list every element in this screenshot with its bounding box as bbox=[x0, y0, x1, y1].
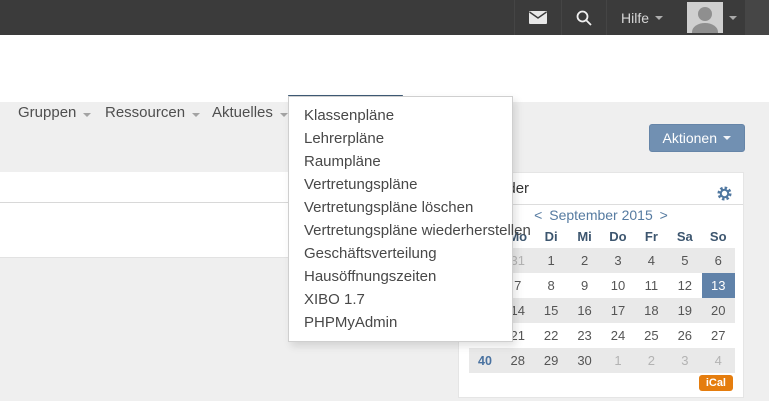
topbar-actions: Hilfe bbox=[514, 0, 769, 35]
main-navbar: GruppenRessourcenAktuellesVerwaltung bbox=[0, 35, 769, 102]
day-header: Di bbox=[534, 224, 567, 248]
user-menu[interactable] bbox=[677, 0, 745, 35]
calendar-day[interactable]: 17 bbox=[601, 298, 634, 323]
aktionen-button[interactable]: Aktionen bbox=[649, 124, 745, 152]
chevron-down-icon bbox=[280, 113, 288, 117]
nav-item-label: Ressourcen bbox=[105, 104, 185, 121]
dropdown-item[interactable]: Vertretungspläne bbox=[289, 173, 512, 196]
dropdown-item[interactable]: PHPMyAdmin bbox=[289, 311, 512, 334]
next-month-button[interactable]: > bbox=[657, 207, 671, 223]
nav-item-label: Gruppen bbox=[18, 104, 76, 121]
calendar-day[interactable]: 18 bbox=[635, 298, 668, 323]
dropdown-item[interactable]: Klassenpläne bbox=[289, 104, 512, 127]
dropdown-item[interactable]: Lehrerpläne bbox=[289, 127, 512, 150]
calendar-day[interactable]: 4 bbox=[702, 348, 735, 373]
calendar-day[interactable]: 25 bbox=[635, 323, 668, 348]
calendar-day[interactable]: 8 bbox=[534, 273, 567, 298]
calendar-day[interactable]: 19 bbox=[668, 298, 701, 323]
gear-icon[interactable] bbox=[717, 181, 732, 213]
verwaltung-dropdown-menu: KlassenpläneLehrerpläneRaumpläneVertretu… bbox=[288, 96, 513, 342]
day-header: Mi bbox=[568, 224, 601, 248]
dropdown-item[interactable]: Raumpläne bbox=[289, 150, 512, 173]
calendar-day[interactable]: 27 bbox=[702, 323, 735, 348]
day-header: Do bbox=[601, 224, 634, 248]
calendar-day[interactable]: 6 bbox=[702, 248, 735, 273]
calendar-day[interactable]: 5 bbox=[668, 248, 701, 273]
calendar-day[interactable]: 9 bbox=[568, 273, 601, 298]
prev-month-button[interactable]: < bbox=[531, 207, 545, 223]
help-menu[interactable]: Hilfe bbox=[607, 0, 677, 35]
nav-item-ressourcen[interactable]: Ressourcen bbox=[93, 95, 212, 131]
day-header: So bbox=[702, 224, 735, 248]
calendar-day[interactable]: 4 bbox=[635, 248, 668, 273]
day-header: Fr bbox=[635, 224, 668, 248]
calendar-day[interactable]: 3 bbox=[668, 348, 701, 373]
calendar-day[interactable]: 15 bbox=[534, 298, 567, 323]
calendar-day[interactable]: 3 bbox=[601, 248, 634, 273]
calendar-week-row: 402829301234 bbox=[469, 348, 735, 373]
calendar-day[interactable]: 1 bbox=[601, 348, 634, 373]
calendar-day[interactable]: 20 bbox=[702, 298, 735, 323]
calendar-day[interactable]: 28 bbox=[501, 348, 534, 373]
app-window: Hilfe GruppenRessourcenAktuellesVerwaltu… bbox=[0, 0, 769, 401]
help-label: Hilfe bbox=[621, 10, 649, 26]
chevron-down-icon bbox=[655, 16, 663, 20]
dropdown-item[interactable]: Vertretungspläne wiederherstellen bbox=[289, 219, 512, 242]
calendar-day[interactable]: 23 bbox=[568, 323, 601, 348]
aktionen-label: Aktionen bbox=[663, 130, 717, 146]
nav-item-gruppen[interactable]: Gruppen bbox=[6, 95, 103, 131]
calendar-day[interactable]: 26 bbox=[668, 323, 701, 348]
calendar-day[interactable]: 11 bbox=[635, 273, 668, 298]
search-icon bbox=[576, 10, 592, 26]
chevron-down-icon bbox=[83, 113, 91, 117]
user-avatar bbox=[687, 2, 723, 33]
calendar-day[interactable]: 16 bbox=[568, 298, 601, 323]
month-label: September 2015 bbox=[549, 207, 653, 223]
calendar-day[interactable]: 2 bbox=[568, 248, 601, 273]
week-number: 40 bbox=[469, 348, 501, 373]
calendar-day[interactable]: 24 bbox=[601, 323, 634, 348]
chevron-down-icon bbox=[729, 16, 737, 20]
calendar-day[interactable]: 22 bbox=[534, 323, 567, 348]
chevron-down-icon bbox=[723, 136, 731, 140]
mail-icon bbox=[529, 11, 547, 24]
dropdown-item[interactable]: Hausöffnungszeiten bbox=[289, 265, 512, 288]
calendar-day[interactable]: 12 bbox=[668, 273, 701, 298]
ical-badge[interactable]: iCal bbox=[699, 375, 733, 391]
dropdown-item[interactable]: XIBO 1.7 bbox=[289, 288, 512, 311]
calendar-day-selected[interactable]: 13 bbox=[702, 273, 735, 298]
nav-item-aktuelles[interactable]: Aktuelles bbox=[200, 95, 300, 131]
chevron-down-icon bbox=[192, 113, 200, 117]
calendar-day[interactable]: 2 bbox=[635, 348, 668, 373]
day-header: Sa bbox=[668, 224, 701, 248]
topbar: Hilfe bbox=[0, 0, 769, 35]
calendar-day[interactable]: 30 bbox=[568, 348, 601, 373]
topbar-end-block bbox=[745, 0, 769, 35]
dropdown-item[interactable]: Geschäftsverteilung bbox=[289, 242, 512, 265]
calendar-day[interactable]: 1 bbox=[534, 248, 567, 273]
mail-button[interactable] bbox=[515, 0, 561, 35]
dropdown-item[interactable]: Vertretungspläne löschen bbox=[289, 196, 512, 219]
nav-item-label: Aktuelles bbox=[212, 104, 273, 121]
calendar-day[interactable]: 10 bbox=[601, 273, 634, 298]
search-button[interactable] bbox=[562, 0, 606, 35]
calendar-day[interactable]: 29 bbox=[534, 348, 567, 373]
